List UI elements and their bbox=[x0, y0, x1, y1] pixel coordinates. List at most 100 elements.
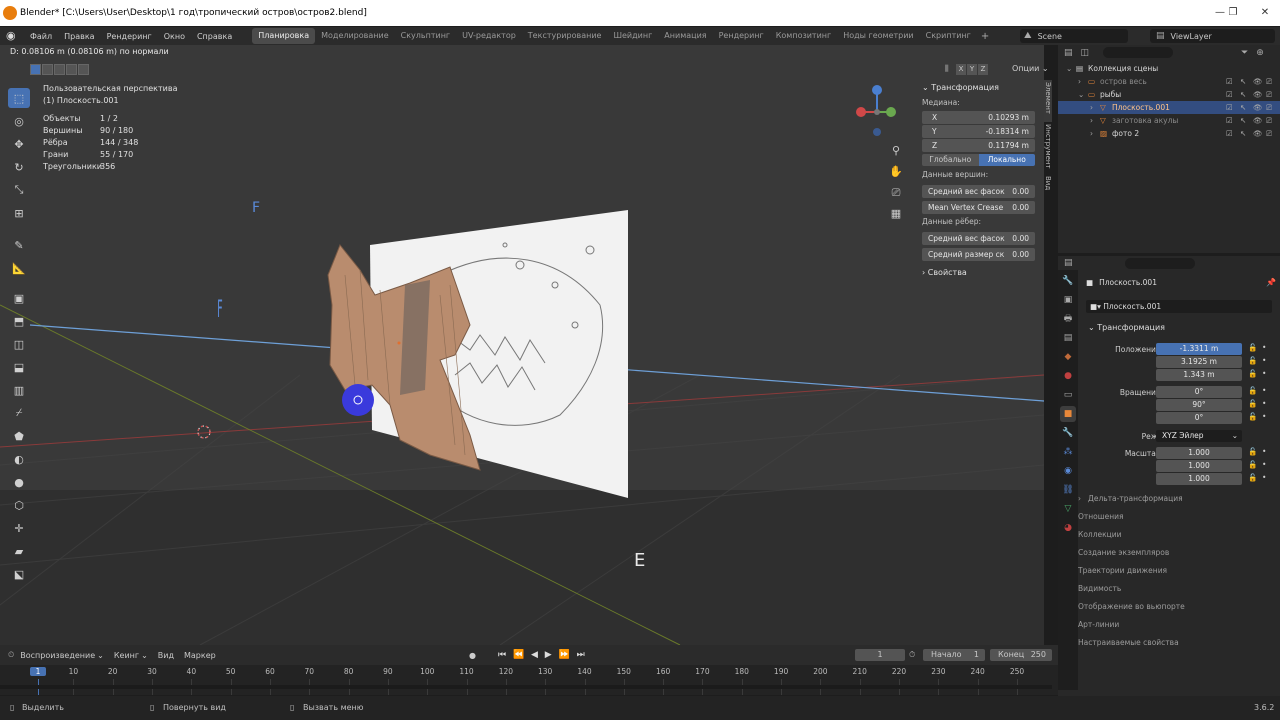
outliner-row[interactable]: ⌄ ▭ рыбы ☑ ↖ 👁 ⎚ bbox=[1058, 88, 1280, 101]
loop-cut-tool[interactable]: ▥ bbox=[8, 380, 30, 400]
render-tab-icon[interactable]: ▣ bbox=[1060, 292, 1076, 308]
blender-menu-icon[interactable]: ◉ bbox=[6, 29, 20, 43]
timeline-ruler[interactable]: 1 10 20 30 40 50 60 70 80 90 100 110 120 130 140 150 160… bbox=[0, 665, 1058, 695]
workspace-tab[interactable]: Скульптинг bbox=[395, 28, 457, 44]
lock-icon[interactable]: 🔓 bbox=[1248, 460, 1257, 469]
global-button[interactable]: Глобально bbox=[922, 154, 979, 166]
collapse-icon[interactable]: ⌄ bbox=[1078, 88, 1084, 101]
collapse-icon[interactable]: › bbox=[1078, 75, 1081, 88]
expand-icon[interactable]: › bbox=[1090, 114, 1093, 127]
mode-extend-icon[interactable] bbox=[42, 64, 53, 75]
lock-icon[interactable]: 🔓 bbox=[1248, 386, 1257, 395]
expand-icon[interactable]: ⌄ bbox=[1066, 62, 1072, 75]
timeline-scrollbar[interactable] bbox=[0, 685, 1052, 689]
median-y-field[interactable]: Y -0.18314 m bbox=[922, 125, 1035, 138]
location-value-field[interactable]: -1.3311 m bbox=[1156, 343, 1242, 355]
view-layer-selector[interactable]: ▤ ViewLayer bbox=[1150, 29, 1275, 43]
material-tab-icon[interactable]: ◕ bbox=[1060, 520, 1076, 536]
median-x-field[interactable]: X 0.10293 m bbox=[922, 111, 1035, 124]
lock-icon[interactable]: 🔓 bbox=[1248, 412, 1257, 421]
filter-icon[interactable]: ⏷ bbox=[1241, 48, 1248, 58]
workspace-tab[interactable]: Композитинг bbox=[770, 28, 837, 44]
outliner-row[interactable]: › ▽ Плоскость.001 ☑ ↖ 👁 ⎚ bbox=[1058, 101, 1280, 114]
current-frame-field[interactable]: 1 bbox=[855, 649, 905, 661]
workspace-tab[interactable]: Анимация bbox=[658, 28, 712, 44]
timeline-menu-item[interactable]: Вид bbox=[158, 651, 174, 660]
workspace-tab[interactable]: Ноды геометрии bbox=[837, 28, 919, 44]
annotate-tool[interactable]: ✎ bbox=[8, 235, 30, 255]
mode-invert-icon[interactable] bbox=[66, 64, 77, 75]
shear-tool[interactable]: ▰ bbox=[8, 541, 30, 561]
outliner-row[interactable]: › ▨ фото 2 ☑ ↖ 👁 ⎚ bbox=[1058, 127, 1280, 140]
select-arrow-icon[interactable]: ↖ bbox=[1240, 127, 1246, 140]
rotation-value-field[interactable]: 0° bbox=[1156, 412, 1242, 424]
outliner-search-input[interactable] bbox=[1103, 47, 1174, 58]
stopwatch-icon[interactable]: ⏱ bbox=[909, 650, 915, 660]
maximize-button[interactable]: ❐ bbox=[1218, 0, 1248, 26]
transform-tool[interactable]: ⊞ bbox=[8, 203, 30, 223]
keyframe-dot-icon[interactable]: • bbox=[1262, 343, 1266, 352]
inset-tool[interactable]: ◫ bbox=[8, 334, 30, 354]
select-box-tool[interactable]: ⬚ bbox=[8, 88, 30, 108]
expand-icon[interactable]: › bbox=[1090, 101, 1093, 114]
bevel-tool[interactable]: ⬓ bbox=[8, 357, 30, 377]
menu-file[interactable]: Файл bbox=[24, 32, 58, 41]
zoom-icon[interactable]: ⚲ bbox=[887, 140, 905, 161]
extrude-tool[interactable]: ⬒ bbox=[8, 311, 30, 331]
lock-icon[interactable]: 🔓 bbox=[1248, 399, 1257, 408]
scene-selector[interactable]: ⛰ Scene bbox=[1020, 29, 1128, 43]
transform-header[interactable]: ⌄ Трансформация bbox=[1088, 323, 1165, 332]
camera-icon[interactable]: ⎚ bbox=[1266, 101, 1272, 114]
options-dropdown[interactable]: Опции ⌄ bbox=[1012, 64, 1049, 73]
scale-tool[interactable]: ⤡ bbox=[8, 180, 30, 200]
close-button[interactable]: ✕ bbox=[1250, 0, 1280, 26]
tab-view[interactable]: Вид bbox=[1044, 174, 1052, 196]
shrink-fatten-tool[interactable]: ✛ bbox=[8, 518, 30, 538]
output-tab-icon[interactable]: 🖶 bbox=[1060, 311, 1076, 327]
rip-tool[interactable]: ⬕ bbox=[8, 564, 30, 584]
mode-intersect-icon[interactable] bbox=[78, 64, 89, 75]
smooth-tool[interactable]: ● bbox=[8, 472, 30, 492]
select-arrow-icon[interactable]: ↖ bbox=[1240, 88, 1246, 101]
tab-item[interactable]: Элемент bbox=[1044, 80, 1052, 122]
display-mode-icon[interactable]: ◫ bbox=[1081, 48, 1090, 58]
lock-icon[interactable]: 🔓 bbox=[1248, 343, 1257, 352]
particles-tab-icon[interactable]: ⁂ bbox=[1060, 444, 1076, 460]
camera-icon[interactable]: ⎚ bbox=[1266, 88, 1272, 101]
editor-type-icon[interactable]: ▤ bbox=[1064, 258, 1073, 268]
axis-z-button[interactable]: Z bbox=[978, 64, 988, 75]
edge-slide-tool[interactable]: ⬡ bbox=[8, 495, 30, 515]
local-button[interactable]: Локально bbox=[978, 154, 1035, 166]
add-cube-tool[interactable]: ▣ bbox=[8, 288, 30, 308]
axis-x-button[interactable]: X bbox=[956, 64, 966, 75]
keyframe-dot-icon[interactable]: • bbox=[1262, 447, 1266, 456]
eye-icon[interactable]: 👁 bbox=[1253, 101, 1263, 114]
eye-icon[interactable]: 👁 bbox=[1253, 127, 1263, 140]
keyframe-dot-icon[interactable]: • bbox=[1262, 386, 1266, 395]
modifier-tab-icon[interactable]: 🔧 bbox=[1060, 425, 1076, 441]
scene-tab-icon[interactable]: ◆ bbox=[1060, 349, 1076, 365]
keyframe-dot-icon[interactable]: • bbox=[1262, 369, 1266, 378]
property-section-header[interactable]: ›Видимость bbox=[1058, 580, 1280, 598]
clock-icon[interactable]: ⏲ bbox=[8, 650, 14, 660]
cursor-tool[interactable]: ◎ bbox=[8, 111, 30, 131]
select-arrow-icon[interactable]: ↖ bbox=[1240, 114, 1246, 127]
world-tab-icon[interactable]: ● bbox=[1060, 368, 1076, 384]
workspace-tab[interactable]: Моделирование bbox=[315, 28, 395, 44]
eye-icon[interactable]: 👁 bbox=[1253, 114, 1263, 127]
keyframe-dot-icon[interactable]: • bbox=[1262, 399, 1266, 408]
expand-icon[interactable]: › bbox=[1090, 127, 1093, 140]
keyframe-dot-icon[interactable]: • bbox=[1262, 473, 1266, 482]
location-value-field[interactable]: 1.343 m bbox=[1156, 369, 1242, 381]
spin-tool[interactable]: ◐ bbox=[8, 449, 30, 469]
object-name-field[interactable]: ■▾ Плоскость.001 bbox=[1086, 300, 1272, 313]
property-section-header[interactable]: › Дельта-трансформация bbox=[1058, 490, 1280, 508]
property-section-header[interactable]: ›Отношения bbox=[1058, 508, 1280, 526]
eye-icon[interactable]: 👁 bbox=[1253, 75, 1263, 88]
view-layer-tab-icon[interactable]: ▤ bbox=[1060, 330, 1076, 346]
outliner-row[interactable]: › ▽ заготовка акулы ☑ ↖ 👁 ⎚ bbox=[1058, 114, 1280, 127]
timeline-menu-item[interactable]: Воспроизведение ⌄ bbox=[20, 651, 104, 660]
npanel-transform-header[interactable]: ⌄ Трансформация bbox=[917, 80, 1039, 96]
outliner-row[interactable]: › ▭ остров весь ☑ ↖ 👁 ⎚ bbox=[1058, 75, 1280, 88]
workspace-tab[interactable]: Рендеринг bbox=[713, 28, 770, 44]
